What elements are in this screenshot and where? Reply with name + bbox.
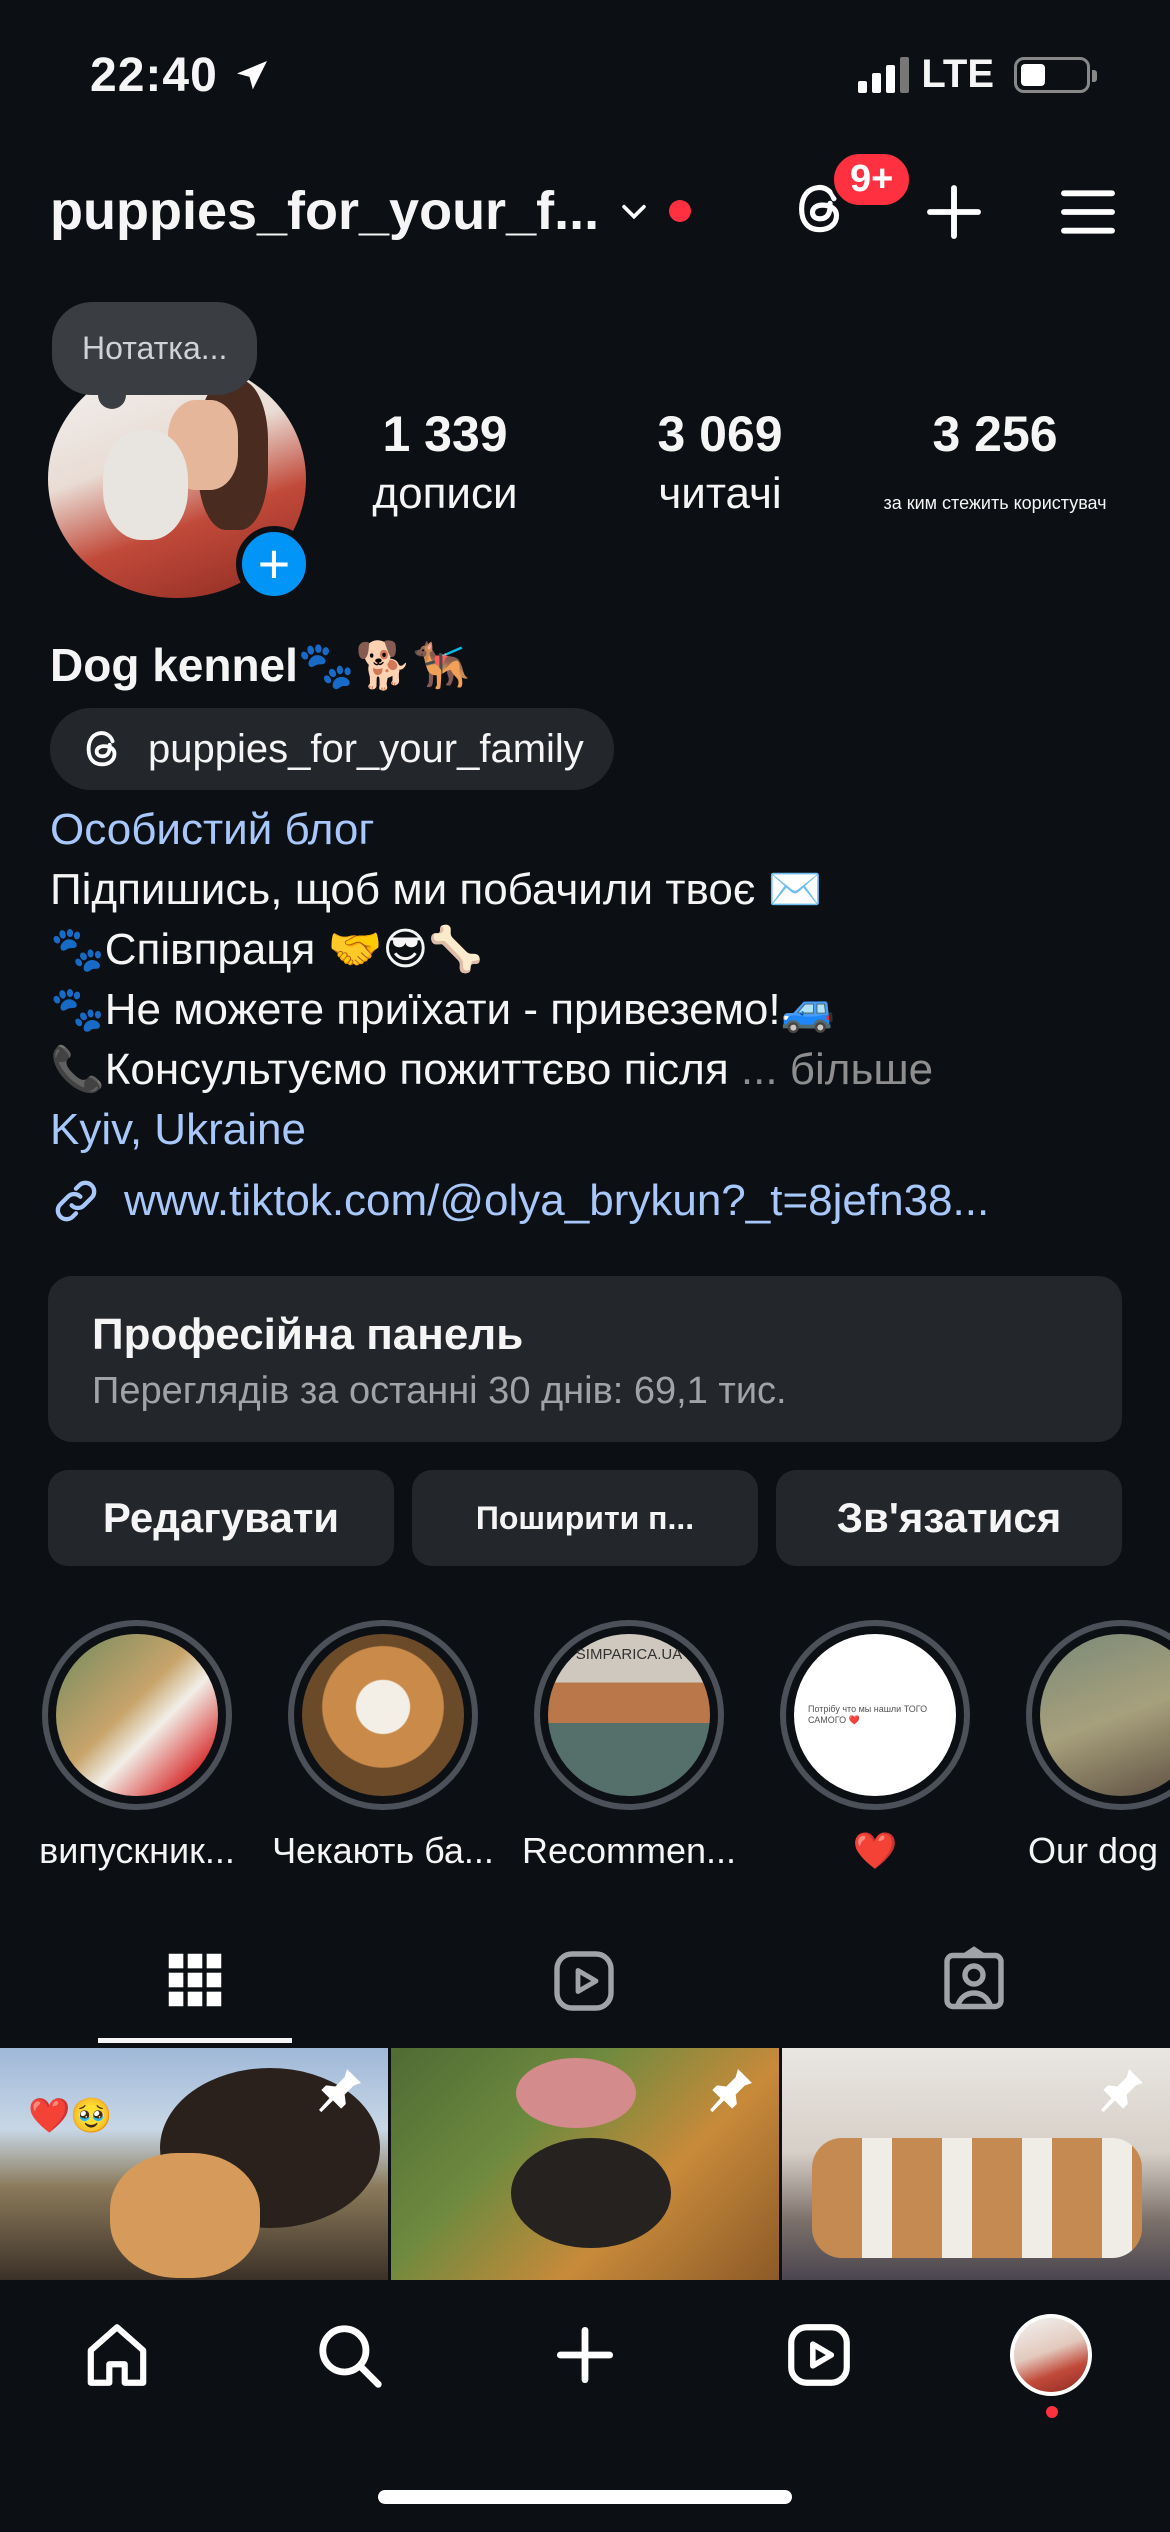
battery-icon bbox=[1014, 56, 1097, 93]
profile-tab-avatar[interactable] bbox=[1010, 2314, 1092, 2396]
bio-more-link[interactable]: ... більше bbox=[741, 1045, 933, 1094]
link-text: www.tiktok.com/@olya_brykun?_t=8jefn38..… bbox=[124, 1176, 990, 1225]
dashboard-subtitle: Переглядів за останні 30 днів: 69,1 тис. bbox=[92, 1370, 787, 1412]
location-link[interactable]: Kyiv, Ukraine bbox=[50, 1100, 933, 1160]
external-link[interactable]: www.tiktok.com/@olya_brykun?_t=8jefn38..… bbox=[50, 1175, 989, 1227]
profile-category: Особистий блог bbox=[50, 805, 375, 854]
menu-icon[interactable] bbox=[1056, 180, 1120, 244]
signal-icon bbox=[858, 56, 910, 93]
bio: Особистий блог Підпишись, щоб ми побачил… bbox=[50, 800, 933, 1160]
threads-button[interactable]: 9+ bbox=[790, 150, 914, 245]
stat-label: читачі bbox=[658, 469, 782, 518]
threads-badge: 9+ bbox=[830, 150, 914, 209]
profile-name: Dog kennel🐾🐕🐕‍🦺 bbox=[50, 639, 470, 691]
bio-line: Підпишись, щоб ми побачили твоє ✉️ bbox=[50, 865, 823, 914]
highlight-label: Чекають ба... bbox=[272, 1830, 494, 1871]
home-icon[interactable] bbox=[80, 2318, 154, 2392]
tagged-tab-icon[interactable] bbox=[938, 1945, 1010, 2017]
contact-button[interactable]: Зв'язатися bbox=[776, 1470, 1122, 1566]
create-plus-icon[interactable] bbox=[922, 180, 986, 244]
bio-line: 📞Консультуємо пожиттєво після bbox=[50, 1045, 729, 1094]
active-tab-indicator bbox=[98, 2038, 292, 2043]
professional-dashboard[interactable]: Професійна панель Переглядів за останні … bbox=[48, 1276, 1122, 1442]
status-time: 22:40 bbox=[90, 48, 272, 103]
link-icon bbox=[55, 1180, 97, 1222]
highlight-text: SIMPARICA.UA bbox=[575, 1646, 683, 1663]
threads-handle: puppies_for_your_family bbox=[148, 726, 584, 771]
threads-profile-link[interactable]: puppies_for_your_family bbox=[50, 708, 614, 790]
header-actions: 9+ bbox=[790, 150, 1120, 245]
stat-following[interactable]: 3 256 за ким стежить користувач bbox=[860, 405, 1130, 514]
add-story-button[interactable]: + bbox=[236, 526, 312, 602]
reels-tab-icon[interactable] bbox=[548, 1945, 620, 2017]
post-thumbnail[interactable] bbox=[782, 2048, 1170, 2280]
account-switcher[interactable]: puppies_for_your_f... bbox=[50, 180, 692, 242]
edit-profile-button[interactable]: Редагувати bbox=[48, 1470, 394, 1566]
reels-icon[interactable] bbox=[782, 2318, 856, 2392]
username-label: puppies_for_your_f... bbox=[50, 181, 600, 241]
chevron-down-icon bbox=[622, 204, 646, 220]
pin-icon bbox=[1101, 2069, 1143, 2113]
threads-icon bbox=[86, 731, 117, 767]
pin-icon bbox=[319, 2069, 361, 2113]
profile-notification-dot bbox=[1046, 2406, 1058, 2418]
highlight-item[interactable]: випускник... bbox=[39, 1620, 235, 1872]
share-profile-button[interactable]: Поширити п... bbox=[412, 1470, 758, 1566]
notification-dot bbox=[669, 200, 692, 222]
home-indicator bbox=[378, 2490, 792, 2504]
post-thumbnail[interactable]: ❤️🥹 bbox=[0, 2048, 388, 2280]
grid-tab-icon[interactable] bbox=[160, 1945, 230, 2015]
network-label: LTE bbox=[921, 52, 994, 96]
highlight-item[interactable]: SIMPARICA.UA Recommen... bbox=[522, 1620, 736, 1872]
stat-value: 3 069 bbox=[657, 406, 783, 462]
pin-icon bbox=[710, 2069, 752, 2113]
search-icon[interactable] bbox=[312, 2318, 386, 2392]
highlight-item[interactable]: Потрібу что мы нашли ТОГО САМОГО ❤️ ❤️ bbox=[780, 1620, 970, 1872]
bio-line: 🐾Не можете приїхати - привеземо!🚙 bbox=[50, 985, 836, 1034]
highlight-label: Our dog bbox=[1028, 1830, 1159, 1871]
bio-line: 🐾Співпраця 🤝😎🦴 bbox=[50, 925, 483, 974]
highlight-label: ❤️ bbox=[852, 1830, 898, 1871]
highlight-label: Recommen... bbox=[521, 1830, 737, 1871]
stat-posts[interactable]: 1 339 дописи bbox=[350, 405, 540, 519]
note-bubble[interactable]: Нотатка... bbox=[52, 302, 258, 409]
location-arrow-icon bbox=[236, 60, 267, 89]
stat-followers[interactable]: 3 069 читачі bbox=[620, 405, 820, 519]
stat-label: за ким стежить користувач bbox=[883, 493, 1107, 513]
highlight-item[interactable]: Our dog bbox=[1026, 1620, 1170, 1872]
post-thumbnail[interactable] bbox=[391, 2048, 779, 2280]
highlight-text: Потрібу что мы нашли ТОГО САМОГО ❤️ bbox=[808, 1704, 928, 1725]
highlight-label: випускник... bbox=[39, 1830, 235, 1871]
stat-value: 1 339 bbox=[382, 406, 508, 462]
highlight-item[interactable]: Чекають ба... bbox=[272, 1620, 494, 1872]
post-caption: ❤️🥹 bbox=[28, 2097, 113, 2135]
stat-label: дописи bbox=[372, 469, 518, 518]
status-indicators: LTE bbox=[858, 52, 1097, 97]
time-text: 22:40 bbox=[90, 49, 218, 102]
create-icon[interactable] bbox=[548, 2318, 622, 2392]
dashboard-title: Професійна панель bbox=[92, 1310, 524, 1359]
stat-value: 3 256 bbox=[932, 406, 1058, 462]
